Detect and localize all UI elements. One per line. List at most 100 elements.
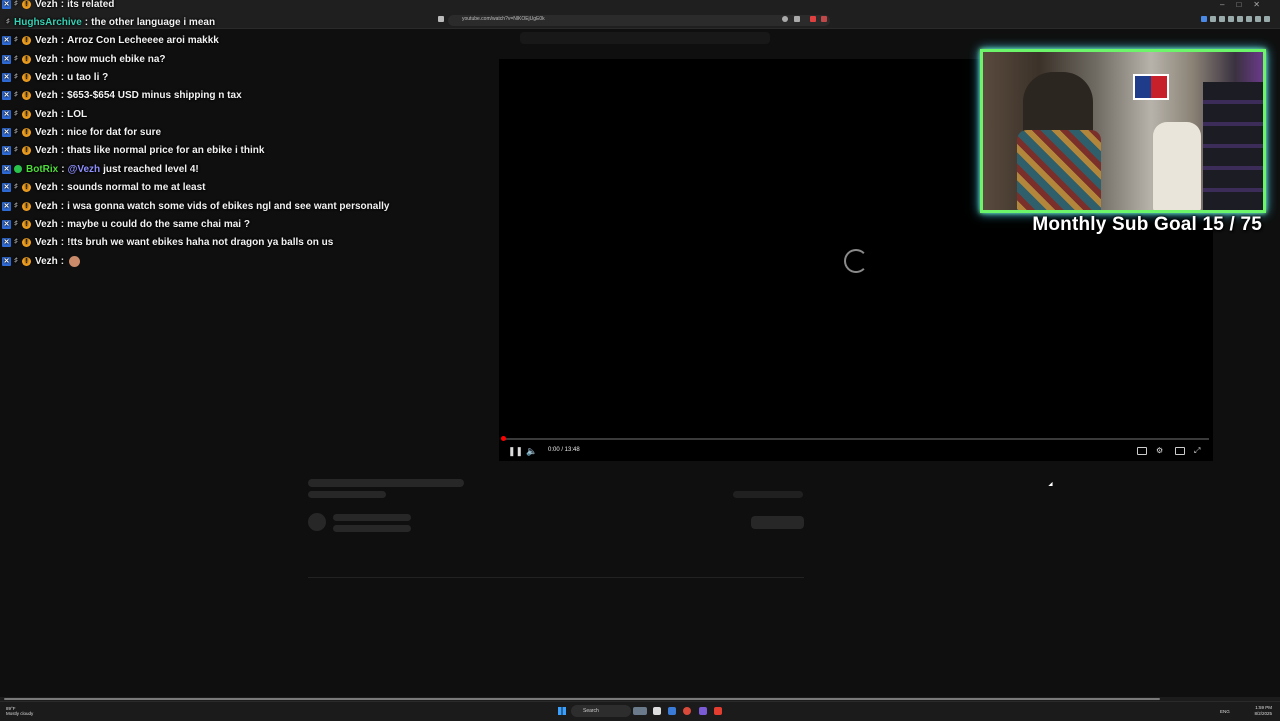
- chat-badge-icon: ♯: [14, 36, 18, 43]
- chat-badge-icon: ✕: [2, 72, 11, 82]
- brave-icon[interactable]: [714, 707, 722, 715]
- theater-mode-icon[interactable]: [1175, 447, 1185, 455]
- chat-badge-icon: ♯: [14, 128, 18, 135]
- chat-username[interactable]: HughsArchive: [14, 17, 82, 28]
- chat-username[interactable]: Vezh: [35, 0, 58, 10]
- chat-badge-icon: ✕: [2, 109, 11, 119]
- webcam-overlay: [980, 49, 1266, 213]
- channel-skeleton: [333, 514, 411, 521]
- clock-date: 8/2/2025: [1254, 711, 1272, 716]
- scrollbar-thumb[interactable]: [4, 698, 1160, 700]
- chat-separator: :: [60, 126, 65, 138]
- chat-text: nice for dat for sure: [67, 126, 162, 138]
- chat-badge-icon: !: [22, 35, 31, 45]
- chat-separator: :: [60, 181, 65, 193]
- subscribe-skeleton: [751, 516, 804, 529]
- zoom-icon[interactable]: [782, 16, 788, 22]
- chat-badge-icon: !: [22, 127, 31, 137]
- chat-badge-icon: ♯: [14, 110, 18, 117]
- chat-message: ✕ ♯! Vezh: how much ebike na?: [2, 51, 166, 67]
- weather-desc: Mostly cloudy: [6, 711, 34, 716]
- progress-bar[interactable]: [503, 438, 1209, 440]
- subtitle-skeleton: [308, 491, 386, 498]
- app-icon[interactable]: [699, 707, 707, 715]
- fullscreen-icon[interactable]: ⤢: [1194, 446, 1200, 456]
- chat-username[interactable]: Vezh: [35, 182, 58, 193]
- taskbar: 89°F Mostly cloudy Search ENG 1:59 PM 8/…: [0, 701, 1280, 721]
- chat-text: $653-$654 USD minus shipping n tax: [67, 89, 242, 101]
- chat-badge-icon: !: [22, 54, 31, 64]
- captions-icon[interactable]: [1137, 447, 1147, 455]
- chair-image: [1153, 122, 1201, 210]
- progress-scrubber[interactable]: [501, 436, 506, 441]
- chat-badge-icon: ✕: [2, 54, 11, 64]
- address-bar-text: youtube.com/watch?v=NlKOEjUgE0k: [462, 16, 545, 22]
- chat-username[interactable]: Vezh: [35, 145, 58, 156]
- chat-username[interactable]: Vezh: [35, 90, 58, 101]
- chat-username[interactable]: Vezh: [35, 35, 58, 46]
- bookmark-icon[interactable]: [438, 16, 444, 22]
- chat-username[interactable]: Vezh: [35, 127, 58, 138]
- brave-shield-icon[interactable]: [810, 16, 816, 22]
- extension-icon[interactable]: [1210, 16, 1216, 22]
- settings-gear-icon[interactable]: ⚙: [1156, 446, 1163, 455]
- loading-spinner-icon: [844, 249, 868, 273]
- chat-username[interactable]: Vezh: [35, 256, 58, 267]
- actions-skeleton: [733, 491, 803, 498]
- volume-icon[interactable]: 🔈: [526, 446, 537, 457]
- chat-badge-icon: ✕: [2, 237, 11, 247]
- subs-skeleton: [333, 525, 411, 532]
- chat-badge-icon: ✕: [2, 127, 11, 137]
- weather-widget[interactable]: 89°F Mostly cloudy: [6, 706, 33, 716]
- install-icon[interactable]: [794, 16, 800, 22]
- chat-badge-icon: ✕: [2, 90, 11, 100]
- chat-username[interactable]: Vezh: [35, 201, 58, 212]
- chat-username[interactable]: BotRix: [26, 164, 58, 175]
- window-controls[interactable]: –□✕: [1220, 0, 1272, 9]
- extension-icon[interactable]: [1201, 16, 1207, 22]
- pause-button[interactable]: ❚❚: [508, 446, 523, 457]
- chat-separator: :: [60, 34, 65, 46]
- chat-text: !tts bruh we want ebikes haha not dragon…: [67, 236, 334, 248]
- chat-username[interactable]: Vezh: [35, 109, 58, 120]
- chat-text: the other language i mean: [91, 16, 216, 28]
- search-skeleton: [520, 32, 770, 44]
- widget-icon[interactable]: [633, 707, 647, 715]
- chat-badge-icon: !: [22, 90, 31, 100]
- task-view-icon[interactable]: [653, 707, 661, 715]
- chat-username[interactable]: Vezh: [35, 237, 58, 248]
- chat-badge-icon: ♯: [14, 220, 18, 227]
- taskbar-search[interactable]: Search: [571, 705, 631, 717]
- chat-text: LOL: [67, 108, 88, 120]
- extension-icon[interactable]: [1246, 16, 1252, 22]
- chat-separator: :: [60, 53, 65, 65]
- menu-icon[interactable]: [1264, 16, 1270, 22]
- chat-badge-icon: ♯: [14, 91, 18, 98]
- system-clock[interactable]: 1:59 PM 8/2/2025: [1254, 705, 1272, 717]
- chat-username[interactable]: Vezh: [35, 54, 58, 65]
- chat-message: ✕ ♯! Vezh: maybe u could do the same chai m…: [2, 216, 250, 232]
- extension-icon[interactable]: [1228, 16, 1234, 22]
- chat-username[interactable]: Vezh: [35, 72, 58, 83]
- extension-icon[interactable]: [1237, 16, 1243, 22]
- time-display: 0:00 / 13:48: [548, 447, 580, 453]
- bot-badge-icon: [14, 165, 22, 173]
- extension-icon[interactable]: [1219, 16, 1225, 22]
- chat-badge-icon: !: [22, 219, 31, 229]
- rewards-icon[interactable]: [821, 16, 827, 22]
- windows-start-icon[interactable]: [558, 707, 566, 715]
- chat-badge-icon: ♯: [14, 257, 18, 264]
- chat-mention[interactable]: @Vezh: [68, 164, 101, 175]
- divider: [308, 577, 804, 578]
- language-indicator[interactable]: ENG: [1220, 709, 1230, 714]
- chat-username[interactable]: Vezh: [35, 219, 58, 230]
- extension-icon[interactable]: [1255, 16, 1261, 22]
- address-bar[interactable]: youtube.com/watch?v=NlKOEjUgE0k: [448, 15, 830, 26]
- chat-message: ✕ ♯! Vezh: $653-$654 USD minus shipping n t…: [2, 87, 242, 103]
- chat-badge-icon: ✕: [2, 201, 11, 211]
- chat-badge-icon: !: [22, 0, 31, 9]
- chat-message: ✕ ♯! Vezh: its related: [2, 0, 114, 12]
- explorer-icon[interactable]: [668, 707, 676, 715]
- browser-icon[interactable]: [683, 707, 691, 715]
- chat-message: ✕ ♯! Vezh: i wsa gonna watch some vids of e…: [2, 198, 389, 214]
